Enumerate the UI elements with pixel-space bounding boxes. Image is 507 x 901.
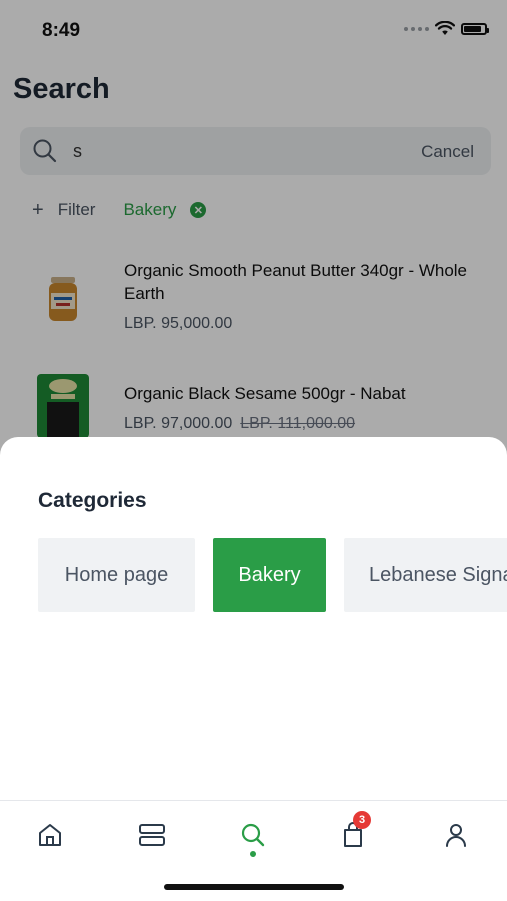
sheet-title: Categories: [38, 489, 147, 512]
category-bakery[interactable]: Bakery: [213, 538, 326, 612]
profile-icon: [446, 824, 466, 847]
search-icon: [241, 823, 265, 847]
home-indicator: [164, 884, 344, 890]
tab-search[interactable]: [233, 815, 273, 855]
cart-badge: 3: [353, 811, 371, 829]
tab-cart[interactable]: 3: [333, 811, 373, 855]
categories-icon: [139, 824, 165, 846]
tab-home[interactable]: [30, 815, 70, 855]
category-home-page[interactable]: Home page: [38, 538, 195, 612]
active-tab-indicator: [250, 851, 256, 857]
tab-profile[interactable]: [436, 815, 476, 855]
category-lebanese-signature[interactable]: Lebanese Signature: [344, 538, 507, 612]
tab-categories[interactable]: [132, 815, 172, 855]
home-icon: [39, 824, 61, 846]
categories-list: Home page Bakery Lebanese Signature: [38, 538, 507, 612]
